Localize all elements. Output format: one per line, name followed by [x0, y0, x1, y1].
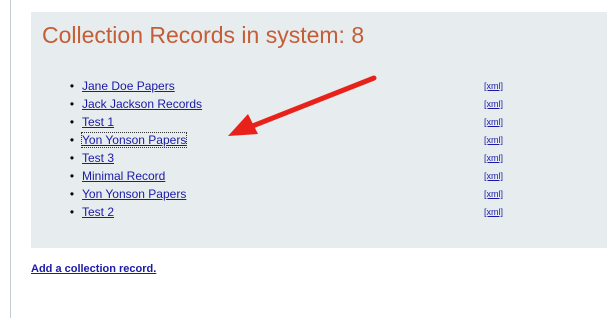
xml-item: [xml] [484, 95, 503, 113]
bullet-icon: • [69, 79, 75, 93]
xml-item: [xml] [484, 167, 503, 185]
list-item: • Yon Yonson Papers [67, 185, 202, 203]
xml-link[interactable]: [xml] [484, 117, 503, 127]
xml-links-list: [xml] [xml] [xml] [xml] [xml] [xml] [xml… [484, 77, 503, 221]
bullet-icon: • [69, 97, 75, 111]
record-link[interactable]: Test 1 [82, 115, 114, 129]
xml-link[interactable]: [xml] [484, 171, 503, 181]
xml-item: [xml] [484, 203, 503, 221]
xml-item: [xml] [484, 185, 503, 203]
xml-link[interactable]: [xml] [484, 135, 503, 145]
xml-link[interactable]: [xml] [484, 207, 503, 217]
xml-link[interactable]: [xml] [484, 99, 503, 109]
list-item: • Test 3 [67, 149, 202, 167]
list-item: • Jack Jackson Records [67, 95, 202, 113]
page-title: Collection Records in system: 8 [42, 22, 365, 48]
records-list: • Jane Doe Papers • Jack Jackson Records •… [67, 77, 202, 221]
record-link[interactable]: Yon Yonson Papers [82, 187, 186, 201]
bullet-icon: • [69, 187, 75, 201]
xml-link[interactable]: [xml] [484, 189, 503, 199]
xml-link[interactable]: [xml] [484, 153, 503, 163]
list-item: • Yon Yonson Papers [67, 131, 202, 149]
list-item: • Test 2 [67, 203, 202, 221]
xml-item: [xml] [484, 113, 503, 131]
xml-item: [xml] [484, 149, 503, 167]
list-item: • Jane Doe Papers [67, 77, 202, 95]
record-link-focused[interactable]: Yon Yonson Papers [80, 132, 188, 148]
records-panel: Collection Records in system: 8 • Jane Do… [31, 12, 607, 248]
bullet-icon: • [69, 115, 75, 129]
record-link[interactable]: Jack Jackson Records [82, 97, 202, 111]
record-link[interactable]: Test 3 [82, 151, 114, 165]
list-item: • Test 1 [67, 113, 202, 131]
xml-link[interactable]: [xml] [484, 81, 503, 91]
xml-item: [xml] [484, 131, 503, 149]
bullet-icon: • [69, 151, 75, 165]
list-item: • Minimal Record [67, 167, 202, 185]
record-link[interactable]: Test 2 [82, 205, 114, 219]
xml-item: [xml] [484, 77, 503, 95]
bullet-icon: • [69, 205, 75, 219]
add-collection-record-link[interactable]: Add a collection record. [31, 263, 156, 275]
bullet-icon: • [69, 169, 75, 183]
record-link[interactable]: Jane Doe Papers [82, 79, 175, 93]
bullet-icon: • [69, 133, 75, 147]
record-link[interactable]: Minimal Record [82, 169, 165, 183]
